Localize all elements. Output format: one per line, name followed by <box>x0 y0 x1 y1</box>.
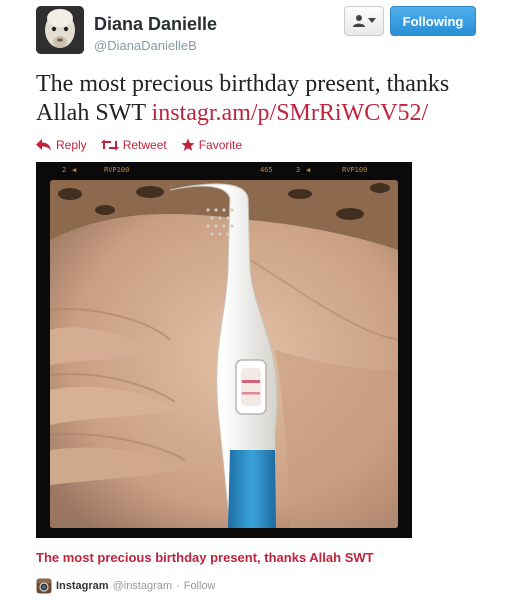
star-icon <box>181 138 195 151</box>
retweet-icon <box>100 139 119 151</box>
film-mark: RVP100 <box>342 166 368 174</box>
tweet-link[interactable]: instagr.am/p/SMrRiWCV52/ <box>152 100 429 126</box>
retweet-button[interactable]: Retweet <box>100 138 167 152</box>
source-follow-link[interactable]: Follow <box>184 580 216 592</box>
reply-icon <box>36 139 51 151</box>
reply-label: Reply <box>56 138 87 152</box>
source-handle[interactable]: @instagram <box>113 580 172 592</box>
film-strip-marks: 2 ◀ RVP100 465 3 ◀ RVP100 <box>36 162 412 178</box>
film-mark: RVP100 <box>104 166 130 174</box>
film-mark: 2 <box>62 166 67 174</box>
tweet-text: The most precious birthday present, than… <box>36 70 476 128</box>
film-arrow-icon: ◀ <box>72 166 77 174</box>
caret-down-icon <box>368 18 376 23</box>
reply-button[interactable]: Reply <box>36 138 87 152</box>
photo-image <box>50 180 398 528</box>
instagram-icon <box>36 578 52 594</box>
tweet-header: Diana Danielle @DianaDanielleB Following <box>36 4 476 60</box>
source-name[interactable]: Instagram <box>56 580 109 592</box>
film-mark: 3 <box>296 166 301 174</box>
source-separator: · <box>176 580 180 592</box>
user-name[interactable]: Diana Danielle <box>94 14 217 35</box>
tweet-actions: Reply Retweet Favorite <box>36 136 242 154</box>
user-handle[interactable]: @DianaDanielleB <box>94 38 197 53</box>
film-mark: 465 <box>260 166 273 174</box>
film-arrow-icon: ◀ <box>306 166 311 174</box>
photo-source: Instagram @instagram · Follow <box>36 578 216 594</box>
favorite-button[interactable]: Favorite <box>181 138 242 152</box>
tweet-photo[interactable]: 2 ◀ RVP100 465 3 ◀ RVP100 <box>36 162 412 538</box>
following-button[interactable]: Following <box>390 6 476 36</box>
person-icon <box>353 15 365 27</box>
favorite-label: Favorite <box>198 138 243 152</box>
photo-caption[interactable]: The most precious birthday present, than… <box>36 550 374 565</box>
user-actions-dropdown[interactable] <box>344 6 384 36</box>
avatar[interactable] <box>36 6 84 54</box>
retweet-label: Retweet <box>122 138 167 152</box>
